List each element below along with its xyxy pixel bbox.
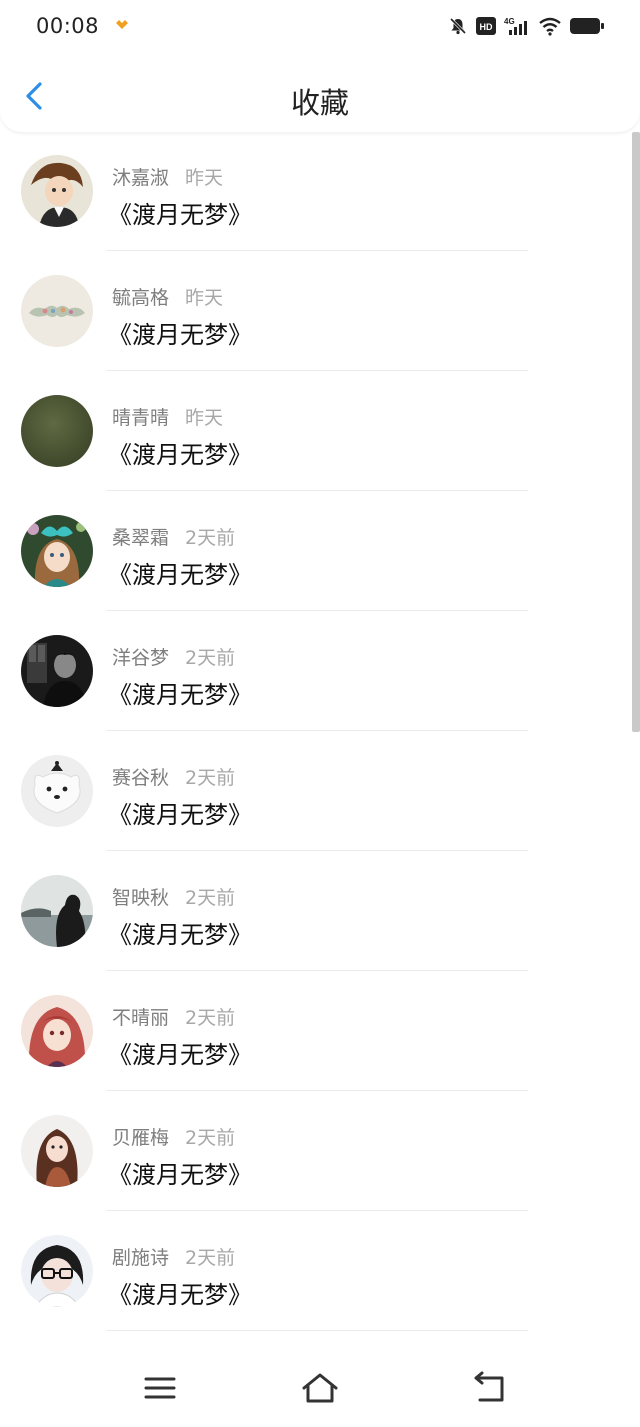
status-bar: 00:08 HD 4G [0,0,640,52]
item-meta: 智映秋 2天前 [112,883,235,910]
avatar [21,395,93,467]
home-icon[interactable] [298,1370,342,1406]
book-title: 《渡月无梦》 [108,321,252,349]
item-meta: 晴青晴 昨天 [112,403,223,430]
list-item[interactable]: 晴青晴 昨天 《渡月无梦》 [0,371,640,491]
book-title: 《渡月无梦》 [108,801,252,829]
user-name: 不晴丽 [112,1007,170,1029]
app-notification-icon [116,20,129,29]
item-time: 2天前 [185,1007,236,1029]
item-meta: 剧施诗 2天前 [112,1243,235,1270]
svg-text:HD: HD [480,22,493,32]
item-time: 2天前 [185,767,236,789]
avatar [21,275,93,347]
mute-bell-icon [449,17,467,35]
wifi-icon [539,17,561,36]
menu-icon[interactable] [138,1370,182,1406]
item-time: 2天前 [185,887,236,909]
user-name: 毓高格 [112,287,170,309]
list-item[interactable]: 沐嘉淑 昨天 《渡月无梦》 [0,131,640,251]
avatar [21,1235,93,1307]
item-time: 2天前 [185,1127,236,1149]
back-nav-icon[interactable] [468,1370,512,1406]
book-title: 《渡月无梦》 [108,441,252,469]
list-item[interactable]: 智映秋 2天前 《渡月无梦》 [0,851,640,971]
item-meta: 毓高格 昨天 [112,283,223,310]
list-item[interactable]: 赛谷秋 2天前 《渡月无梦》 [0,731,640,851]
item-meta: 桑翠霜 2天前 [112,523,235,550]
user-name: 智映秋 [112,887,170,909]
silhouette-lake-avatar-image [21,875,93,947]
user-name: 沐嘉淑 [112,167,170,189]
user-name: 洋谷梦 [112,647,170,669]
user-name: 贝雁梅 [112,1127,170,1149]
hd-icon: HD [476,17,496,35]
list-item[interactable]: 毓高格 昨天 《渡月无梦》 [0,251,640,371]
system-nav-bar [0,1352,640,1427]
svg-text:4G: 4G [504,17,515,26]
scrollbar[interactable] [632,132,640,732]
item-meta: 贝雁梅 2天前 [112,1123,235,1150]
book-title: 《渡月无梦》 [108,681,252,709]
item-meta: 赛谷秋 2天前 [112,763,235,790]
avatar [21,515,93,587]
favorites-list: 沐嘉淑 昨天 《渡月无梦》 毓高格 昨天 《渡月无梦》 晴青晴 昨天 《渡月无梦… [0,131,640,1331]
page-title: 收藏 [290,86,349,120]
anime-boy-avatar-image [21,155,93,227]
list-item[interactable]: 剧施诗 2天前 《渡月无梦》 [0,1211,640,1331]
item-time: 2天前 [185,647,236,669]
status-icons: HD 4G [448,16,604,36]
item-meta: 沐嘉淑 昨天 [112,163,223,190]
status-time: 00:08 [36,14,100,38]
battery-icon [570,18,604,34]
item-time: 2天前 [185,527,236,549]
header: 收藏 [0,52,640,132]
book-title: 《渡月无梦》 [108,1161,252,1189]
avatar [21,755,93,827]
user-name: 晴青晴 [112,407,170,429]
signal-4g-icon: 4G [504,17,527,35]
book-title: 《渡月无梦》 [108,1041,252,1069]
item-time: 昨天 [185,167,224,189]
list-item[interactable]: 贝雁梅 2天前 《渡月无梦》 [0,1091,640,1211]
avatar [21,1115,93,1187]
girl-teal-bow-avatar-image [21,515,93,587]
screen: 00:08 HD 4G 收藏 沐嘉淑 昨天 《渡月无梦》 毓高格 昨天 《渡月无… [0,0,640,1427]
avatar [21,995,93,1067]
book-title: 《渡月无梦》 [108,921,252,949]
list-item[interactable]: 桑翠霜 2天前 《渡月无梦》 [0,491,640,611]
user-name: 桑翠霜 [112,527,170,549]
mustache-avatar-image [21,275,93,347]
item-meta: 洋谷梦 2天前 [112,643,235,670]
woman-long-hair-avatar-image [21,1115,93,1187]
book-title: 《渡月无梦》 [108,201,252,229]
glasses-girl-avatar-image [21,1235,93,1307]
dark-portrait-avatar-image [21,635,93,707]
item-time: 昨天 [185,287,224,309]
olive-circle-avatar-image [21,395,93,467]
item-time: 昨天 [185,407,224,429]
user-name: 赛谷秋 [112,767,170,789]
book-title: 《渡月无梦》 [108,1281,252,1309]
divider [106,1330,528,1331]
item-meta: 不晴丽 2天前 [112,1003,235,1030]
anime-girl-red-avatar-image [21,995,93,1067]
list-item[interactable]: 不晴丽 2天前 《渡月无梦》 [0,971,640,1091]
item-time: 2天前 [185,1247,236,1269]
avatar [21,155,93,227]
avatar [21,875,93,947]
user-name: 剧施诗 [112,1247,170,1269]
white-dog-avatar-image [21,755,93,827]
list-item[interactable]: 洋谷梦 2天前 《渡月无梦》 [0,611,640,731]
book-title: 《渡月无梦》 [108,561,252,589]
avatar [21,635,93,707]
